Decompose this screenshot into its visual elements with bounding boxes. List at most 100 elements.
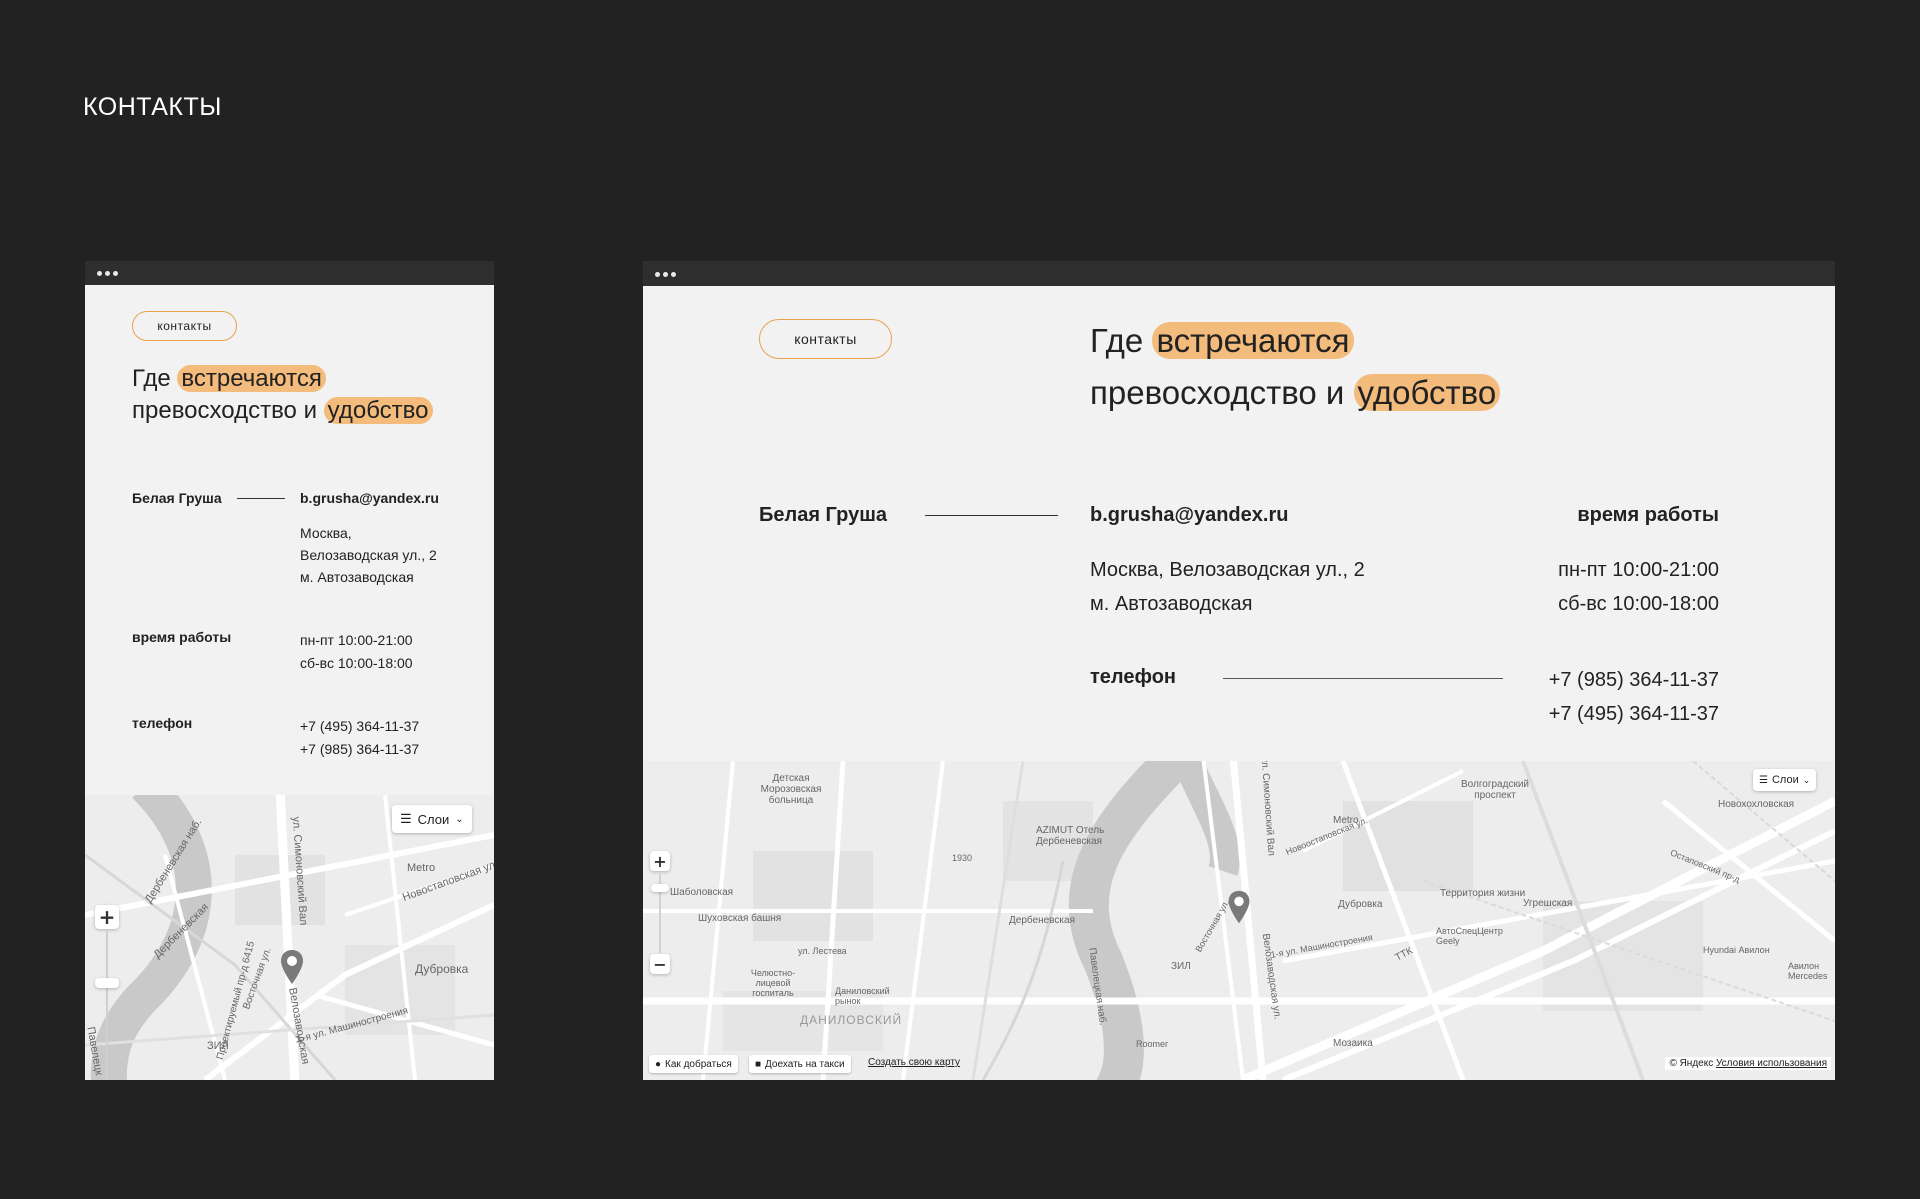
map-label: Челюстно-лицевой госпиталь — [750, 968, 796, 998]
layers-label: Слои — [1771, 774, 1799, 786]
layers-label: Слои — [417, 811, 450, 827]
map-label: 1930 — [952, 853, 973, 863]
address-city-street: Москва, Велозаводская ул., 2 — [1090, 559, 1365, 581]
phone-number[interactable]: +7 (985) 364-11-37 — [300, 738, 419, 761]
map-label: Детская Морозовская больница — [760, 773, 822, 806]
map-copyright: © Яндекс Условия использования — [1665, 1057, 1831, 1070]
map-label: Шуховская башня — [698, 913, 782, 924]
hours-weekend: сб-вс 10:00-18:00 — [1558, 593, 1719, 615]
zoom-slider-handle[interactable] — [95, 978, 119, 988]
location-pin-icon: ● — [655, 1058, 662, 1070]
window-dots-icon — [97, 271, 118, 276]
map-label: Hyundai Авилон — [1703, 945, 1770, 955]
phone-label: телефон — [1090, 666, 1177, 688]
contacts-badge[interactable]: контакты — [759, 319, 892, 359]
headline-highlight: удобство — [323, 397, 433, 424]
zoom-slider-handle[interactable] — [651, 884, 669, 892]
address-metro: м. Автозаводская — [1090, 593, 1253, 615]
map-label: АвтоСпецЦентр Geely — [1436, 926, 1503, 946]
map-label: ЗИЛ — [1171, 961, 1191, 972]
map-label: Дубровка — [415, 962, 469, 976]
terms-link[interactable]: Условия использования — [1716, 1058, 1827, 1069]
layers-icon: ☰ — [400, 811, 412, 826]
hours: пн-пт 10:00-21:00 сб-вс 10:00-18:00 — [300, 629, 413, 675]
headline-word: превосходство и — [1090, 374, 1354, 411]
zoom-track[interactable] — [106, 931, 108, 1080]
create-map-link[interactable]: Создать свою карту — [868, 1057, 960, 1068]
mobile-preview-frame: контакты Где встречаются превосходство и… — [85, 261, 494, 1080]
map-roads — [85, 795, 494, 1080]
map-label: Территория жизни — [1440, 888, 1526, 899]
divider — [925, 515, 1058, 516]
address-metro: м. Автозаводская — [300, 569, 414, 585]
phone-number[interactable]: +7 (495) 364-11-37 — [300, 715, 419, 738]
phones: +7 (985) 364-11-37 +7 (495) 364-11-37 — [1549, 663, 1719, 731]
divider — [1223, 678, 1503, 679]
hours: пн-пт 10:00-21:00 сб-вс 10:00-18:00 — [1558, 553, 1719, 621]
map-label: Roomer — [1136, 1039, 1169, 1049]
hours-label: время работы — [1577, 504, 1719, 526]
location-pin-icon[interactable] — [278, 948, 306, 988]
address-street: Велозаводская ул., 2 — [300, 547, 437, 563]
hours-weekend: сб-вс 10:00-18:00 — [300, 655, 413, 671]
headline: Где встречаются превосходство и удобство — [1090, 315, 1501, 419]
map-label: Угрешская — [1523, 898, 1573, 909]
hours-weekdays: пн-пт 10:00-21:00 — [1558, 559, 1719, 581]
company-name: Белая Груша — [759, 504, 887, 526]
address: Москва, Велозаводская ул., 2 м. Автозаво… — [1090, 553, 1365, 621]
taxi-icon: ■ — [755, 1058, 762, 1070]
phone-number[interactable]: +7 (495) 364-11-37 — [1549, 697, 1719, 731]
map-label: Мозаика — [1333, 1038, 1373, 1049]
taxi-button[interactable]: ■ Доехать на такси — [749, 1055, 851, 1073]
layers-icon: ☰ — [1759, 774, 1768, 786]
hours-label: время работы — [132, 629, 232, 645]
chevron-down-icon: ⌄ — [1802, 774, 1811, 785]
phone-label: телефон — [132, 715, 193, 731]
headline-word: превосходство и — [132, 397, 324, 424]
zoom-out-button[interactable]: − — [650, 954, 670, 974]
map-label: Новохохловская — [1718, 799, 1795, 810]
chevron-down-icon: ⌄ — [455, 813, 464, 825]
divider — [237, 498, 285, 499]
headline-highlight: удобство — [1353, 374, 1501, 411]
headline-word: Где — [1090, 322, 1153, 359]
hours-weekdays: пн-пт 10:00-21:00 — [300, 632, 413, 648]
map[interactable]: Дербеневская наб. ул. Симоновский Вал Но… — [85, 795, 494, 1080]
zoom-in-button[interactable]: + — [95, 905, 119, 929]
zoom-in-button[interactable]: + — [650, 851, 670, 871]
headline: Где встречаются превосходство и удобство — [132, 363, 433, 427]
map[interactable]: Детская Морозовская больница AZIMUT Отел… — [643, 761, 1835, 1080]
layers-button[interactable]: ☰ Слои ⌄ — [1753, 769, 1817, 791]
map-label: Волгоградский проспект — [1461, 779, 1529, 801]
company-name: Белая Груша — [132, 490, 222, 506]
map-label: Дербеневская — [1009, 915, 1075, 926]
copyright-text: © Яндекс — [1669, 1058, 1714, 1069]
browser-bar — [85, 261, 494, 285]
window-dots-icon — [655, 272, 676, 277]
page-title: КОНТАКТЫ — [83, 93, 222, 121]
route-button[interactable]: ● Как добраться — [649, 1055, 738, 1073]
taxi-label: Доехать на такси — [765, 1058, 845, 1070]
map-label: Авилон Mercedes — [1788, 961, 1828, 981]
map-label: ДАНИЛОВСКИЙ — [800, 1013, 903, 1027]
map-label: Шаболовская — [670, 887, 734, 898]
desktop-preview-frame: контакты Где встречаются превосходство и… — [643, 261, 1835, 1080]
headline-highlight: встречаются — [177, 365, 326, 392]
route-label: Как добраться — [665, 1058, 732, 1070]
browser-bar — [643, 261, 1835, 286]
map-label: Дубровка — [1338, 899, 1383, 910]
address-city: Москва, — [300, 525, 352, 541]
map-label: Metro — [407, 862, 436, 874]
email-link[interactable]: b.grusha@yandex.ru — [300, 490, 439, 506]
layers-button[interactable]: ☰ Слои ⌄ — [392, 805, 472, 833]
headline-highlight: встречаются — [1152, 322, 1354, 359]
map-label: AZIMUT Отель Дербеневская — [1036, 825, 1105, 847]
phone-number[interactable]: +7 (985) 364-11-37 — [1549, 663, 1719, 697]
address: Москва, Велозаводская ул., 2 м. Автозаво… — [300, 522, 437, 588]
headline-word: Где — [132, 365, 178, 392]
map-label: Даниловский рынок — [835, 986, 890, 1006]
email-link[interactable]: b.grusha@yandex.ru — [1090, 504, 1288, 527]
contacts-badge[interactable]: контакты — [132, 311, 237, 341]
location-pin-icon[interactable] — [1225, 889, 1253, 927]
phones: +7 (495) 364-11-37 +7 (985) 364-11-37 — [300, 715, 419, 761]
